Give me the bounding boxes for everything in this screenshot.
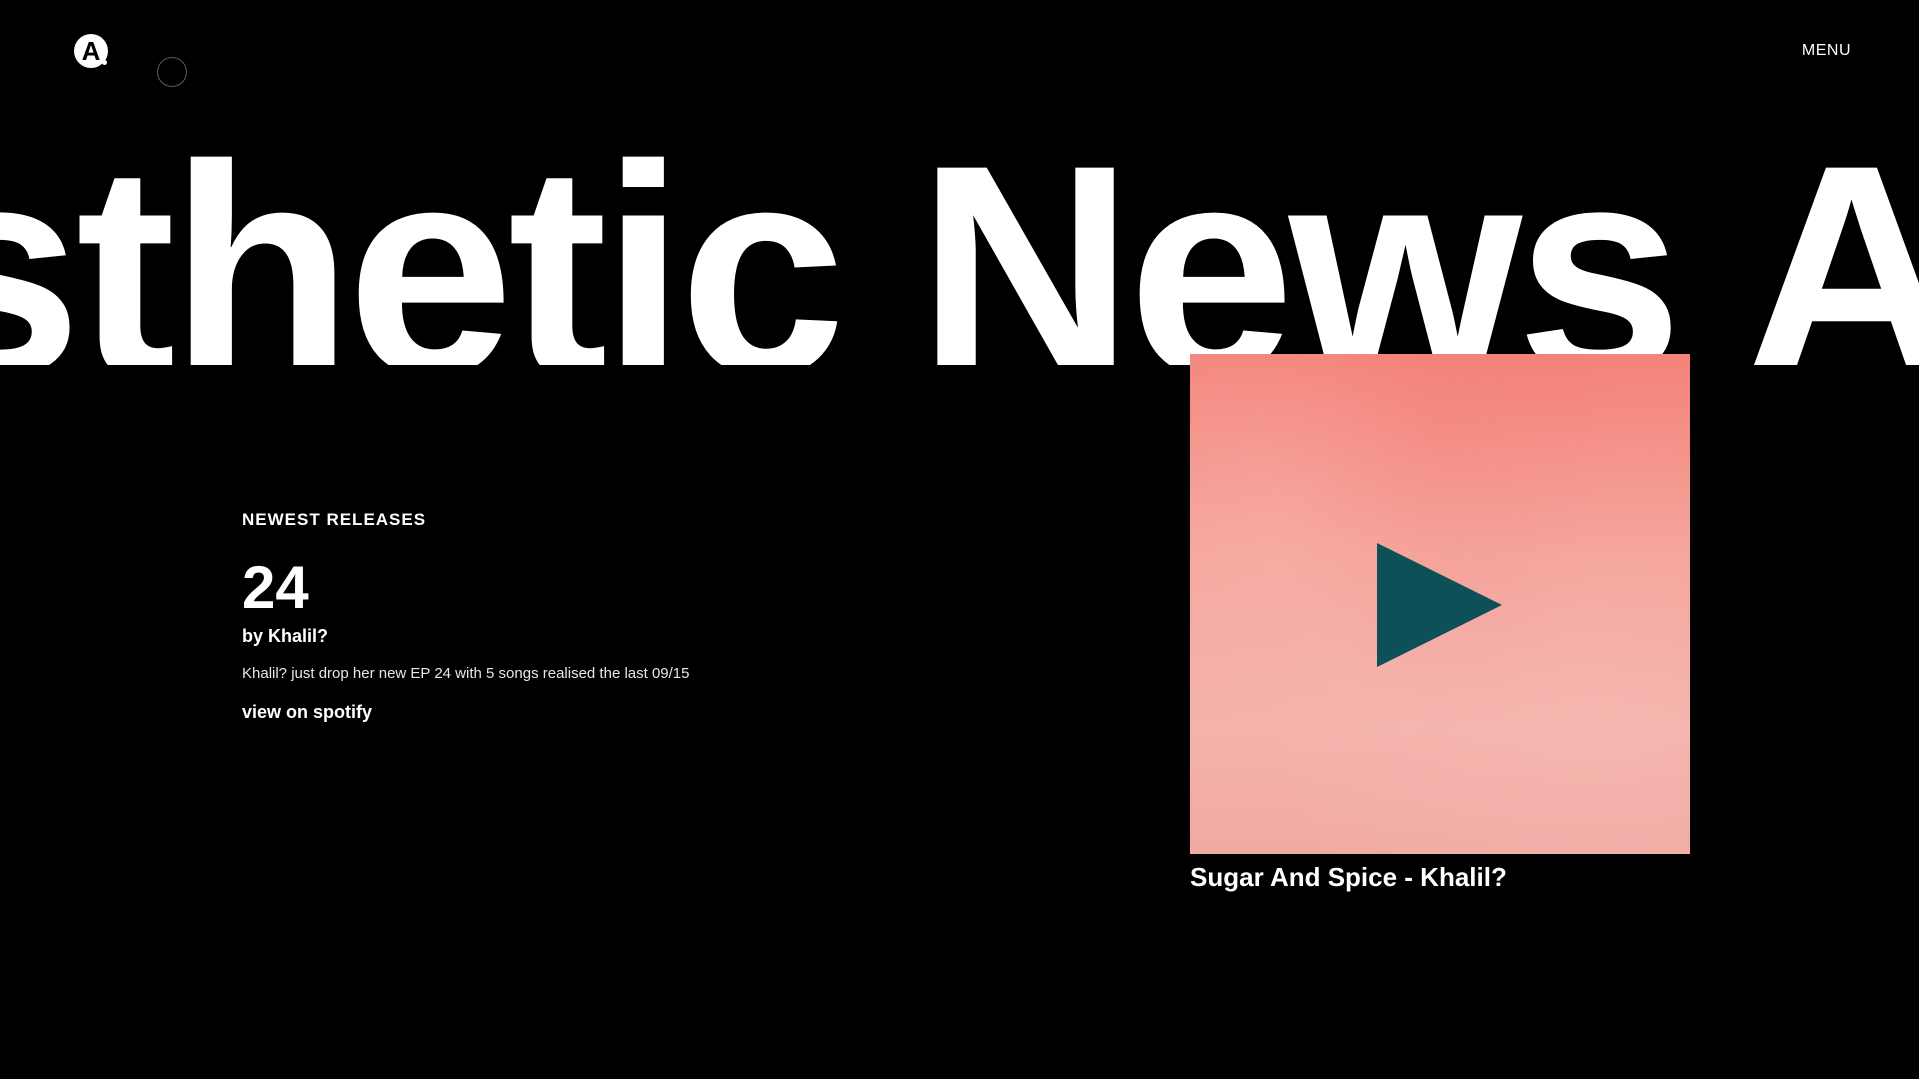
menu-button[interactable]: MENU xyxy=(1802,42,1851,60)
release-title: 24 xyxy=(242,554,309,621)
logo-dot xyxy=(102,60,107,65)
hero-marquee-text: sthetic News A xyxy=(0,120,1919,365)
newest-release-section: NEWEST RELEASES 24 by Khalil? Khalil? ju… xyxy=(242,510,942,723)
cursor-ring xyxy=(157,57,187,87)
page: A MENU sthetic News A NEWEST RELEASES 24… xyxy=(0,0,1919,1079)
release-description: Khalil? just drop her new EP 24 with 5 s… xyxy=(242,665,690,682)
play-icon[interactable] xyxy=(1377,543,1502,667)
section-label: NEWEST RELEASES xyxy=(242,510,427,529)
release-artist: by Khalil? xyxy=(242,626,329,646)
track-caption: Sugar And Spice - Khalil? xyxy=(1190,862,1507,892)
album-cover-player[interactable] xyxy=(1190,354,1690,854)
view-on-spotify-link[interactable]: view on spotify xyxy=(242,702,372,723)
